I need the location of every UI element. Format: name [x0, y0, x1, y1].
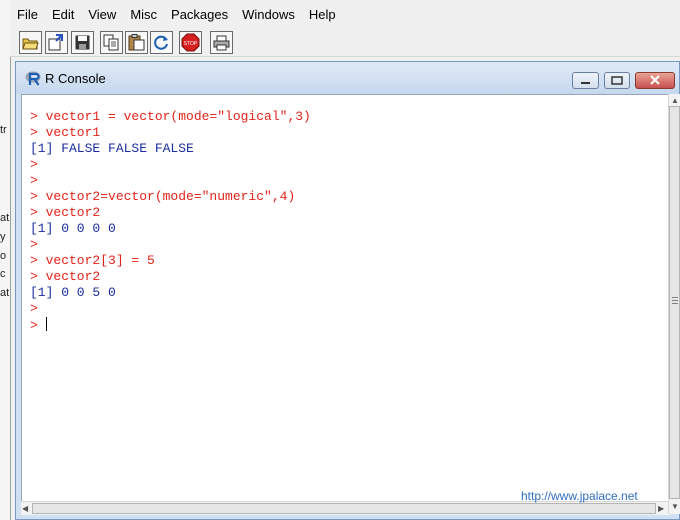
- paste-button[interactable]: [125, 31, 148, 54]
- close-icon: [650, 75, 660, 85]
- menu-file[interactable]: File: [10, 0, 45, 30]
- console-input-line: > vector2: [30, 269, 311, 285]
- scroll-up-icon[interactable]: ▲: [671, 95, 679, 106]
- watermark-url: http://www.jpalace.net: [521, 489, 638, 503]
- background-text-fragment: tr: [0, 124, 7, 136]
- console-line-text: > vector2: [30, 269, 101, 284]
- console-line-text: [1] FALSE FALSE FALSE: [30, 141, 194, 156]
- console-title-bar[interactable]: R Console: [16, 62, 679, 94]
- load-workspace-icon: [48, 34, 63, 51]
- console-input-line: > vector1: [30, 125, 311, 141]
- console-line-text: >: [30, 173, 38, 188]
- horizontal-scroll-thumb[interactable]: [32, 503, 656, 514]
- horizontal-scrollbar[interactable]: ◀ ▶: [21, 501, 668, 515]
- console-title: R Console: [45, 71, 106, 86]
- print-icon: [213, 35, 230, 50]
- vertical-scroll-thumb[interactable]: [669, 106, 680, 499]
- console-output-line: [1] FALSE FALSE FALSE: [30, 141, 311, 157]
- print-button[interactable]: [210, 31, 233, 54]
- open-script-button[interactable]: [19, 31, 42, 54]
- console-output-line: [1] 0 0 5 0: [30, 285, 311, 301]
- maximize-button[interactable]: [604, 72, 630, 89]
- background-text-fragment: at: [0, 287, 10, 299]
- console-text-area[interactable]: > vector1 = vector(mode="logical",3) > ve…: [21, 94, 669, 515]
- console-line-text: >: [30, 157, 38, 172]
- r-logo-icon: [25, 71, 41, 86]
- load-workspace-button[interactable]: [45, 31, 68, 54]
- background-text-fragment: c: [0, 268, 6, 280]
- background-text-fragment: at: [0, 212, 10, 224]
- console-line-text: > vector2[3] = 5: [30, 253, 155, 268]
- console-input-line: >: [30, 301, 311, 317]
- scroll-left-icon[interactable]: ◀: [22, 503, 28, 514]
- menu-view[interactable]: View: [81, 0, 123, 30]
- console-input-line: > vector1 = vector(mode="logical",3): [30, 109, 311, 125]
- minimize-button[interactable]: [572, 72, 599, 89]
- console-output-line: [1] 0 0 0 0: [30, 221, 311, 237]
- menu-edit[interactable]: Edit: [45, 0, 81, 30]
- paste-icon: [128, 34, 145, 51]
- console-line-text: [1] 0 0 0 0: [30, 221, 116, 236]
- console-line-text: [1] 0 0 5 0: [30, 285, 116, 300]
- menu-packages[interactable]: Packages: [164, 0, 235, 30]
- menu-windows[interactable]: Windows: [235, 0, 302, 30]
- stop-button[interactable]: STOP: [179, 31, 202, 54]
- background-text-fragment: y: [0, 231, 6, 243]
- console-input-line: > vector2=vector(mode="numeric",4): [30, 189, 311, 205]
- restore-icon: [611, 76, 623, 85]
- refresh-button[interactable]: [150, 31, 173, 54]
- open-script-icon: [22, 38, 39, 50]
- console-line-text: >: [30, 318, 46, 333]
- menu-bar: File Edit View Misc Packages Windows Hel…: [10, 0, 680, 30]
- close-button[interactable]: [635, 72, 675, 89]
- console-line-text: >: [30, 301, 38, 316]
- copy-button[interactable]: [100, 31, 123, 54]
- text-cursor: [45, 317, 47, 331]
- console-input-line: > vector2[3] = 5: [30, 253, 311, 269]
- console-line-text: > vector2=vector(mode="numeric",4): [30, 189, 296, 204]
- copy-icon: [103, 34, 119, 51]
- save-button[interactable]: [71, 31, 94, 54]
- console-input-line: >: [30, 157, 311, 173]
- refresh-icon: [154, 35, 168, 50]
- console-line-text: > vector2: [30, 205, 101, 220]
- save-icon: [75, 35, 90, 50]
- background-text-fragment: o: [0, 250, 7, 262]
- console-input-line: >: [30, 317, 311, 333]
- background-window: tr at y o c at: [0, 0, 11, 520]
- vertical-scrollbar[interactable]: ▲ ▼: [668, 94, 680, 514]
- scroll-right-icon[interactable]: ▶: [658, 503, 664, 514]
- grip-icon: [672, 297, 678, 306]
- toolbar: STOP: [10, 30, 680, 57]
- scroll-down-icon[interactable]: ▼: [671, 501, 679, 512]
- console-input-line: > vector2: [30, 205, 311, 221]
- console-input-line: >: [30, 173, 311, 189]
- console-lines: > vector1 = vector(mode="logical",3) > ve…: [30, 109, 311, 333]
- console-line-text: > vector1: [30, 125, 101, 140]
- console-line-text: > vector1 = vector(mode="logical",3): [30, 109, 311, 124]
- stop-icon: STOP: [181, 33, 200, 52]
- menu-misc[interactable]: Misc: [123, 0, 164, 30]
- svg-text:STOP: STOP: [184, 41, 198, 47]
- console-input-line: >: [30, 237, 311, 253]
- console-line-text: >: [30, 237, 38, 252]
- r-console-window: R Console > vector1 = vector(mode="logic…: [15, 61, 680, 520]
- menu-help[interactable]: Help: [302, 0, 343, 30]
- minimize-icon: [581, 82, 590, 84]
